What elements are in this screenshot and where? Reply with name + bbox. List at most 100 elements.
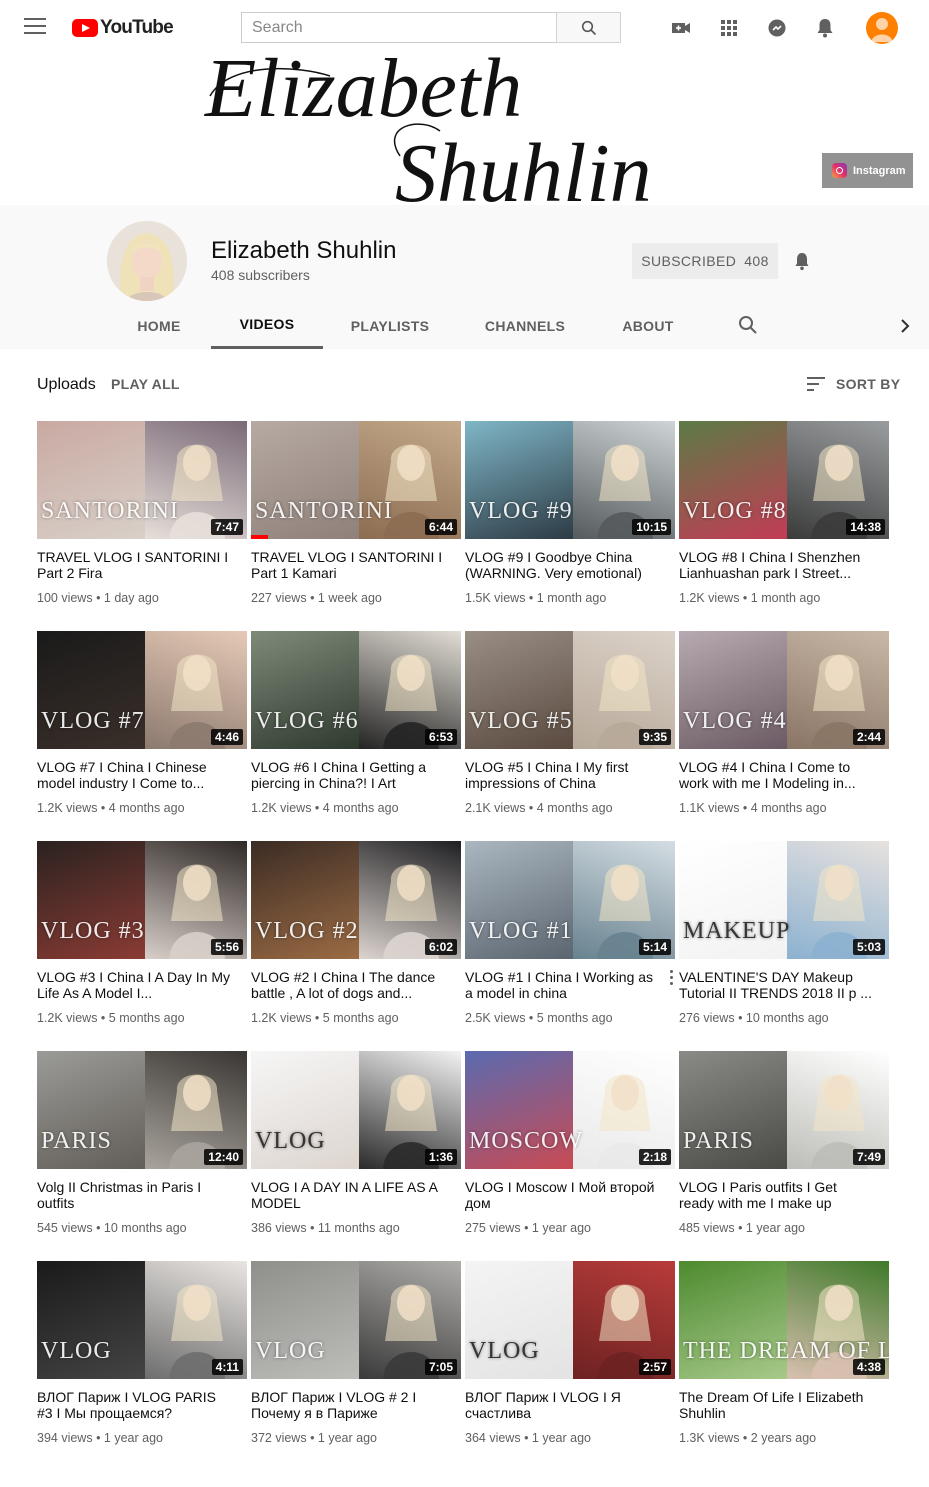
video-thumbnail[interactable]: VLOG #7 4:46 [37,631,247,749]
play-all-button[interactable]: PLAY ALL [111,376,180,392]
upload-age: 1 year ago [531,1431,591,1445]
create-video-icon[interactable] [669,16,693,40]
video-card[interactable]: MAKEUP 5:03 VALENTINE'S DAY Makeup Tutoria… [679,841,889,1031]
video-meta: 275 views • 1 year ago [465,1221,591,1235]
menu-icon[interactable] [24,18,46,38]
youtube-logo[interactable]: YouTube [72,16,174,40]
view-count: 545 views [37,1221,93,1235]
video-thumbnail[interactable]: MAKEUP 5:03 [679,841,889,959]
chevron-right-icon[interactable] [893,314,917,338]
video-card[interactable]: VLOG 2:57 ВЛОГ Париж I VLOG I Я счастлива 3… [465,1261,675,1451]
account-avatar[interactable] [866,12,898,44]
tab-home[interactable]: HOME [107,302,211,349]
video-title[interactable]: ВЛОГ Париж I VLOG I Я счастлива [465,1389,661,1421]
video-card[interactable]: VLOG #1 5:14 VLOG #1 I China I Working as … [465,841,675,1031]
video-title[interactable]: VLOG #7 I China I Chinese model industry… [37,759,233,791]
video-title[interactable]: The Dream Of Life I Elizabeth Shuhlin [679,1389,875,1421]
upload-age: 11 months ago [317,1221,400,1235]
search-input[interactable] [241,12,557,43]
video-thumbnail[interactable]: MOSCOW 2:18 [465,1051,675,1169]
instagram-link[interactable]: Instagram [822,153,913,188]
video-thumbnail[interactable]: VLOG #6 6:53 [251,631,461,749]
video-meta: 372 views • 1 year ago [251,1431,377,1445]
video-title[interactable]: ВЛОГ Париж I VLOG # 2 I Почему я в Париж… [251,1389,447,1421]
video-duration: 5:56 [210,939,243,955]
video-thumbnail[interactable]: SANTORINI 6:44 [251,421,461,539]
thumbnail-text: VLOG #7 [41,708,145,734]
video-card[interactable]: VLOG #5 9:35 VLOG #5 I China I My first im… [465,631,675,821]
video-title[interactable]: VLOG I Paris outfits I Get ready with me… [679,1179,875,1211]
video-thumbnail[interactable]: VLOG #3 5:56 [37,841,247,959]
video-card[interactable]: VLOG #9 10:15 VLOG #9 I Goodbye China (WAR… [465,421,675,611]
video-card[interactable]: VLOG #4 2:44 VLOG #4 I China I Come to wor… [679,631,889,821]
video-title[interactable]: TRAVEL VLOG I SANTORINI I Part 1 Kamari [251,549,447,581]
video-thumbnail[interactable]: THE DREAM OF LIFE4:38 [679,1261,889,1379]
tab-playlists[interactable]: PLAYLISTS [333,302,447,349]
video-duration: 7:47 [210,519,243,535]
video-thumbnail[interactable]: VLOG #5 9:35 [465,631,675,749]
video-thumbnail[interactable]: VLOG #2 6:02 [251,841,461,959]
apps-grid-icon[interactable] [717,16,741,40]
video-title[interactable]: VLOG I A DAY IN A LIFE AS A MODEL [251,1179,447,1211]
video-title[interactable]: VLOG I Moscow I Мой второй дом [465,1179,661,1211]
messages-icon[interactable] [765,16,789,40]
subscribed-button[interactable]: SUBSCRIBED 408 [632,243,778,279]
video-card[interactable]: VLOG #6 6:53 VLOG #6 I China I Getting a p… [251,631,461,821]
tab-channels[interactable]: CHANNELS [467,302,583,349]
notifications-icon[interactable] [813,16,837,40]
thumbnail-text: SANTORINI [41,498,179,524]
subscribed-count: 408 [744,253,769,269]
video-title[interactable]: TRAVEL VLOG I SANTORINI I Part 2 Fira [37,549,233,581]
video-title[interactable]: VALENTINE'S DAY Makeup Tutorial II TREND… [679,969,875,1001]
video-card[interactable]: SANTORINI 7:47 TRAVEL VLOG I SANTORINI I P… [37,421,247,611]
view-count: 275 views [465,1221,521,1235]
video-title[interactable]: VLOG #6 I China I Getting a piercing in … [251,759,447,791]
video-thumbnail[interactable]: PARIS 7:49 [679,1051,889,1169]
video-title[interactable]: VLOG #2 I China I The dance battle , A l… [251,969,447,1001]
video-title[interactable]: VLOG #1 I China I Working as a model in … [465,969,661,1001]
video-title[interactable]: VLOG #3 I China I A Day In My Life As A … [37,969,233,1001]
thumbnail-text: VLOG #9 [469,498,573,524]
video-card[interactable]: MOSCOW 2:18 VLOG I Moscow I Мой второй дом… [465,1051,675,1241]
video-card[interactable]: VLOG #7 4:46 VLOG #7 I China I Chinese mod… [37,631,247,821]
video-thumbnail[interactable]: SANTORINI 7:47 [37,421,247,539]
video-thumbnail[interactable]: VLOG #8 14:38 [679,421,889,539]
channel-search-icon[interactable] [736,313,760,337]
video-title[interactable]: VLOG #8 I China I Shenzhen Lianhuashan p… [679,549,875,581]
video-card[interactable]: SANTORINI 6:44 TRAVEL VLOG I SANTORINI I P… [251,421,461,611]
view-count: 1.5K views [465,591,526,605]
video-thumbnail[interactable]: PARIS 12:40 [37,1051,247,1169]
video-thumbnail[interactable]: VLOG #4 2:44 [679,631,889,749]
user-icon [871,18,893,42]
video-card[interactable]: VLOG 7:05 ВЛОГ Париж I VLOG # 2 I Почему я… [251,1261,461,1451]
video-thumbnail[interactable]: VLOG 1:36 [251,1051,461,1169]
thumbnail-text: VLOG [255,1128,326,1154]
video-card[interactable]: PARIS 7:49 VLOG I Paris outfits I Get read… [679,1051,889,1241]
video-duration: 4:11 [211,1359,243,1375]
video-card[interactable]: VLOG 1:36 VLOG I A DAY IN A LIFE AS A MODE… [251,1051,461,1241]
video-title[interactable]: Volg II Christmas in Paris I outfits [37,1179,233,1211]
sort-by-button[interactable]: SORT BY [806,376,900,392]
video-thumbnail[interactable]: VLOG #9 10:15 [465,421,675,539]
video-thumbnail[interactable]: VLOG 4:11 [37,1261,247,1379]
video-thumbnail[interactable]: VLOG #1 5:14 [465,841,675,959]
tab-about[interactable]: ABOUT [605,302,691,349]
video-title[interactable]: VLOG #5 I China I My first impressions o… [465,759,661,791]
video-card[interactable]: VLOG #3 5:56 VLOG #3 I China I A Day In My… [37,841,247,1031]
video-title[interactable]: VLOG #9 I Goodbye China (WARNING. Very e… [465,549,661,581]
video-thumbnail[interactable]: VLOG 7:05 [251,1261,461,1379]
more-actions-icon[interactable] [667,969,675,987]
video-title[interactable]: VLOG #4 I China I Come to work with me I… [679,759,875,791]
tab-videos[interactable]: VIDEOS [211,302,323,349]
video-card[interactable]: PARIS 12:40 Volg II Christmas in Paris I o… [37,1051,247,1241]
video-card[interactable]: VLOG #2 6:02 VLOG #2 I China I The dance b… [251,841,461,1031]
video-card[interactable]: THE DREAM OF LIFE4:38 The Dream Of Life I… [679,1261,889,1451]
meta-separator: • [520,1431,532,1445]
video-thumbnail[interactable]: VLOG 2:57 [465,1261,675,1379]
video-card[interactable]: VLOG #8 14:38 VLOG #8 I China I Shenzhen L… [679,421,889,611]
video-card[interactable]: VLOG 4:11 ВЛОГ Париж I VLOG PARIS #3 I Мы … [37,1261,247,1451]
channel-bell-icon[interactable] [790,249,814,273]
upload-age: 4 months ago [536,801,613,815]
video-title[interactable]: ВЛОГ Париж I VLOG PARIS #3 I Мы прощаемс… [37,1389,233,1421]
search-button[interactable] [556,12,621,43]
